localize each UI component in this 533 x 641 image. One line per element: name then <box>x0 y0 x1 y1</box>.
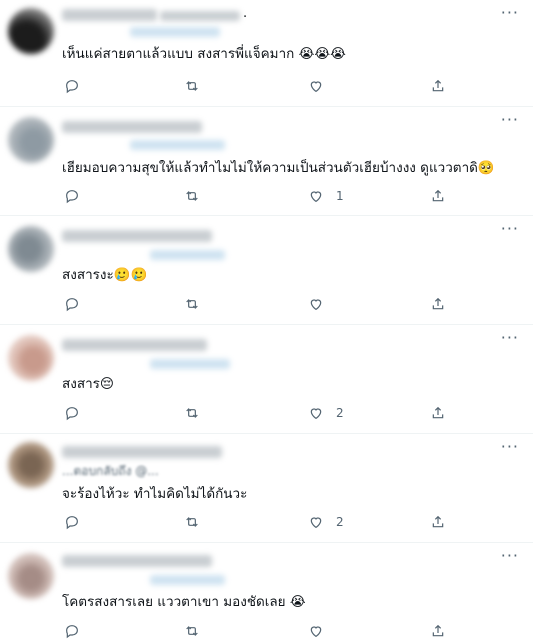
author-name-blurred[interactable] <box>62 121 202 133</box>
tweet-actions <box>0 621 533 641</box>
like-count: 2 <box>336 515 344 529</box>
retweet-button[interactable] <box>184 76 200 96</box>
heart-icon <box>310 517 322 529</box>
avatar[interactable] <box>8 442 54 488</box>
retweet-button[interactable] <box>184 512 200 532</box>
reply-button[interactable] <box>64 186 80 206</box>
reply-button[interactable] <box>64 512 80 532</box>
like-button[interactable] <box>308 621 336 641</box>
avatar[interactable] <box>8 226 54 272</box>
like-button[interactable]: 2 <box>308 512 344 532</box>
tweet-actions: 1 <box>0 186 533 206</box>
share-button[interactable] <box>430 76 446 96</box>
avatar[interactable] <box>8 8 54 54</box>
tweet-text: เฮียมอบความสุขให้แล้วทำไมไม่ให้ความเป็นส… <box>62 160 495 176</box>
author-name-blurred[interactable] <box>62 230 212 242</box>
share-button[interactable] <box>430 186 446 206</box>
more-icon[interactable]: ··· <box>501 439 519 455</box>
heart-icon <box>310 626 322 638</box>
tweet-actions <box>0 294 533 314</box>
retweet-button[interactable] <box>184 403 200 423</box>
author-name-blurred[interactable] <box>62 555 212 567</box>
like-button[interactable] <box>308 76 336 96</box>
reply-button[interactable] <box>64 403 80 423</box>
reply-to-blurred[interactable] <box>150 575 225 585</box>
like-count: 2 <box>336 406 344 420</box>
avatar[interactable] <box>8 553 54 599</box>
tweet-text: สงสาร😔 <box>62 376 114 392</box>
author-handle-blurred[interactable] <box>160 11 240 21</box>
tweet-text: เห็นแค่สายตาแล้วแบบ สงสารพี่แจ็คมาก 😭😭😭 <box>62 46 346 62</box>
author-name-blurred[interactable] <box>62 9 157 21</box>
author-name-blurred[interactable] <box>62 339 207 351</box>
more-icon[interactable]: ··· <box>501 330 519 346</box>
reply-button[interactable] <box>64 621 80 641</box>
share-icon <box>432 297 444 310</box>
reply-icon <box>66 516 78 530</box>
tweet-actions: 2 <box>0 512 533 532</box>
reply-icon <box>66 625 78 639</box>
more-icon[interactable]: ··· <box>501 548 519 564</box>
tweet-3[interactable]: ··· สงสารงะ🥲🥲 <box>0 216 533 325</box>
share-icon <box>432 624 444 637</box>
share-icon <box>432 515 444 528</box>
avatar[interactable] <box>8 117 54 163</box>
tweet-6[interactable]: ··· โคตรสงสารเลย แววตาเขา มองชัดเลย 😭 <box>0 543 533 641</box>
reply-icon <box>66 80 78 94</box>
tweet-actions <box>0 76 533 96</box>
reply-feed: . ··· เห็นแค่สายตาแล้วแบบ สงสารพี่แจ็คมา… <box>0 0 533 641</box>
tweet-text: จะร้องไห้วะ ทำไมคิดไม่ได้กันวะ <box>62 486 248 502</box>
tweet-text: สงสารงะ🥲🥲 <box>62 267 148 283</box>
tweet-5[interactable]: ...ตอบกลับถึง @... ··· จะร้องไห้วะ ทำไมค… <box>0 434 533 543</box>
reply-button[interactable] <box>64 76 80 96</box>
heart-icon <box>310 191 322 203</box>
reply-to-blurred[interactable] <box>130 27 220 37</box>
more-icon[interactable]: ··· <box>501 221 519 237</box>
like-button[interactable]: 1 <box>308 186 344 206</box>
retweet-button[interactable] <box>184 294 200 314</box>
like-button[interactable]: 2 <box>308 403 344 423</box>
retweet-icon <box>186 191 198 201</box>
retweet-icon <box>186 626 198 636</box>
reply-icon <box>66 407 78 421</box>
like-count: 1 <box>336 189 344 203</box>
retweet-button[interactable] <box>184 621 200 641</box>
retweet-icon <box>186 408 198 418</box>
retweet-icon <box>186 299 198 309</box>
share-button[interactable] <box>430 512 446 532</box>
author-name-blurred[interactable] <box>62 446 222 458</box>
more-icon[interactable]: ··· <box>501 112 519 128</box>
like-button[interactable] <box>308 294 336 314</box>
avatar[interactable] <box>8 335 54 381</box>
heart-icon <box>310 408 322 420</box>
share-button[interactable] <box>430 403 446 423</box>
heart-icon <box>310 81 322 93</box>
more-icon[interactable]: ··· <box>501 5 519 21</box>
reply-to-blurred[interactable] <box>150 359 230 369</box>
name-suffix: . <box>243 6 248 21</box>
tweet-actions: 2 <box>0 403 533 423</box>
reply-icon <box>66 190 78 204</box>
share-icon <box>432 406 444 419</box>
retweet-button[interactable] <box>184 186 200 206</box>
reply-to-blurred[interactable] <box>150 250 225 260</box>
tweet-4[interactable]: ··· สงสาร😔 2 <box>0 325 533 434</box>
tweet-2[interactable]: ··· เฮียมอบความสุขให้แล้วทำไมไม่ให้ความเ… <box>0 107 533 216</box>
reply-button[interactable] <box>64 294 80 314</box>
tweet-1[interactable]: . ··· เห็นแค่สายตาแล้วแบบ สงสารพี่แจ็คมา… <box>0 0 533 107</box>
share-icon <box>432 189 444 202</box>
share-button[interactable] <box>430 621 446 641</box>
heart-icon <box>310 299 322 311</box>
share-icon <box>432 79 444 92</box>
tweet-text: โคตรสงสารเลย แววตาเขา มองชัดเลย 😭 <box>62 594 306 610</box>
reply-icon <box>66 298 78 312</box>
reply-to-blurred[interactable] <box>130 140 225 150</box>
share-button[interactable] <box>430 294 446 314</box>
retweet-icon <box>186 517 198 527</box>
reply-to-line[interactable]: ...ตอบกลับถึง @... <box>62 462 159 480</box>
retweet-icon <box>186 81 198 91</box>
